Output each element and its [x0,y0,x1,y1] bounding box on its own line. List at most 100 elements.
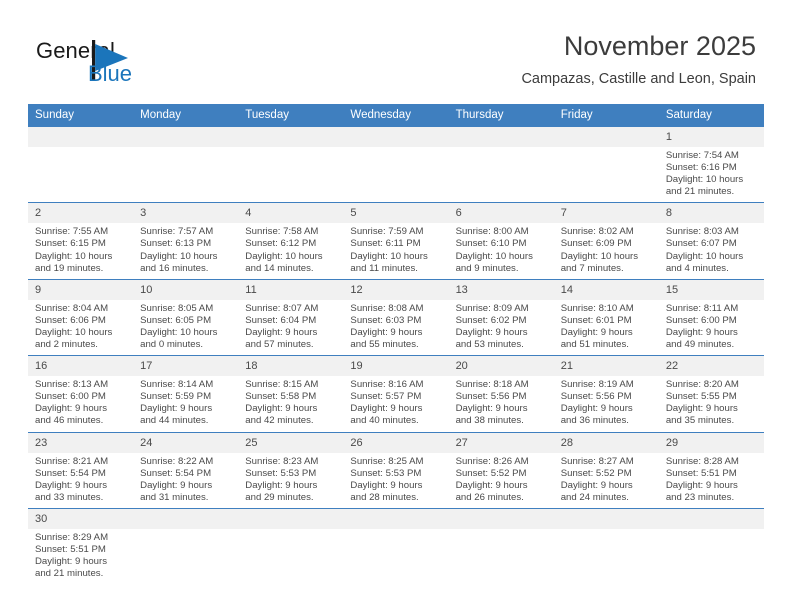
sunset-text: Sunset: 6:00 PM [665,314,737,326]
day-number: 16 [28,356,134,377]
sunrise-text: Sunrise: 8:11 AM [665,302,739,314]
day-cell[interactable]: 11 Sunrise: 8:07 AM Sunset: 6:04 PM Dayligh… [238,279,344,357]
day-cell[interactable]: 21 Sunrise: 8:19 AM Sunset: 5:56 PM Dayligh… [553,355,659,433]
day-cell[interactable]: 30 Sunrise: 8:29 AM Sunset: 5:51 PM Dayligh… [28,508,134,585]
day-cell [658,508,764,585]
general-blue-logo[interactable]: General Blue [36,38,216,92]
sunrise-text: Sunrise: 8:22 AM [140,455,214,467]
day-number: 26 [343,432,449,453]
day-details: Sunrise: 8:23 AM Sunset: 5:53 PM Daylight:… [238,453,343,508]
day-cell[interactable]: 8 Sunrise: 8:03 AM Sunset: 6:07 PM Daylight… [658,202,764,280]
daylight-text-line2: and 36 minutes. [560,415,629,427]
day-cell[interactable]: 18 Sunrise: 8:15 AM Sunset: 5:58 PM Dayligh… [238,355,344,433]
day-number: 29 [658,432,764,453]
day-details: Sunrise: 8:20 AM Sunset: 5:55 PM Daylight:… [659,376,764,431]
day-cell[interactable]: 14 Sunrise: 8:10 AM Sunset: 6:01 PM Dayligh… [553,279,659,357]
sunset-text: Sunset: 6:00 PM [35,391,106,403]
daylight-text-line2: and 14 minutes. [245,262,314,274]
day-number: 22 [658,356,764,377]
sunset-text: Sunset: 6:07 PM [665,238,737,250]
day-details: Sunrise: 7:58 AM Sunset: 6:12 PM Daylight:… [238,223,343,278]
daylight-text-line1: Daylight: 9 hours [245,479,318,491]
day-cell[interactable]: 9 Sunrise: 8:04 AM Sunset: 6:06 PM Daylight… [28,279,134,357]
day-details: Sunrise: 8:03 AM Sunset: 6:07 PM Daylight:… [659,223,764,278]
day-cell[interactable]: 10 Sunrise: 8:05 AM Sunset: 6:05 PM Dayligh… [133,279,239,357]
daylight-text-line1: Daylight: 9 hours [140,479,213,491]
day-cell[interactable]: 28 Sunrise: 8:27 AM Sunset: 5:52 PM Dayligh… [553,432,659,509]
daylight-text-line1: Daylight: 9 hours [560,403,633,415]
day-cell[interactable]: 26 Sunrise: 8:25 AM Sunset: 5:53 PM Dayligh… [343,432,449,509]
weekday-header-monday: Monday [133,104,239,127]
daylight-text-line2: and 28 minutes. [350,491,419,503]
day-cell[interactable]: 27 Sunrise: 8:26 AM Sunset: 5:52 PM Dayligh… [448,432,554,509]
day-cell[interactable]: 15 Sunrise: 8:11 AM Sunset: 6:00 PM Dayligh… [658,279,764,357]
sunset-text: Sunset: 6:03 PM [350,314,422,326]
sunset-text: Sunset: 5:55 PM [665,391,737,403]
daylight-text-line2: and 26 minutes. [455,491,524,503]
day-cell[interactable]: 12 Sunrise: 8:08 AM Sunset: 6:03 PM Dayligh… [343,279,449,357]
weekday-header-sunday: Sunday [28,104,134,127]
day-cell[interactable]: 7 Sunrise: 8:02 AM Sunset: 6:09 PM Daylight… [553,202,659,280]
day-cell[interactable]: 3 Sunrise: 7:57 AM Sunset: 6:13 PM Daylight… [133,202,239,280]
sunrise-text: Sunrise: 7:58 AM [245,226,319,238]
sunrise-text: Sunrise: 8:28 AM [665,455,739,467]
sunset-text: Sunset: 5:56 PM [455,391,527,403]
day-cell[interactable]: 1 Sunrise: 7:54 AM Sunset: 6:16 PM Daylight… [658,127,764,204]
daylight-text-line1: Daylight: 9 hours [140,403,213,415]
sunset-text: Sunset: 6:01 PM [560,314,632,326]
daylight-text-line2: and 29 minutes. [245,491,314,503]
day-cell[interactable]: 17 Sunrise: 8:14 AM Sunset: 5:59 PM Dayligh… [133,355,239,433]
day-cell[interactable]: 16 Sunrise: 8:13 AM Sunset: 6:00 PM Dayligh… [28,355,134,433]
day-cell[interactable]: 22 Sunrise: 8:20 AM Sunset: 5:55 PM Dayligh… [658,355,764,433]
title-block: November 2025 Campazas, Castille and Leo… [521,30,756,88]
day-number: 7 [553,203,659,224]
day-number: 12 [343,279,449,300]
daylight-text-line2: and 21 minutes. [665,186,735,198]
day-cell[interactable]: 5 Sunrise: 7:59 AM Sunset: 6:11 PM Daylight… [343,202,449,280]
daylight-text-line2: and 24 minutes. [560,491,629,503]
sunrise-text: Sunrise: 8:02 AM [560,226,634,238]
day-number [448,127,554,147]
day-details: Sunrise: 8:11 AM Sunset: 6:00 PM Daylight:… [659,300,764,355]
week-row: 30 Sunrise: 8:29 AM Sunset: 5:51 PM Dayligh… [28,508,764,585]
sunrise-text: Sunrise: 8:05 AM [140,302,214,314]
day-number: 1 [658,127,764,147]
day-cell [448,127,554,204]
sunrise-text: Sunrise: 8:09 AM [455,302,529,314]
day-cell[interactable]: 13 Sunrise: 8:09 AM Sunset: 6:02 PM Dayligh… [448,279,554,357]
sunset-text: Sunset: 5:52 PM [455,467,527,479]
day-number: 13 [448,279,554,300]
sunrise-text: Sunrise: 8:18 AM [455,379,529,391]
sunrise-text: Sunrise: 8:14 AM [140,379,214,391]
day-cell[interactable]: 6 Sunrise: 8:00 AM Sunset: 6:10 PM Daylight… [448,202,554,280]
sunrise-text: Sunrise: 8:13 AM [35,379,109,391]
daylight-text-line1: Daylight: 10 hours [560,250,639,262]
weekday-header-friday: Friday [553,104,659,127]
day-cell[interactable]: 29 Sunrise: 8:28 AM Sunset: 5:51 PM Dayligh… [658,432,764,509]
day-details: Sunrise: 7:55 AM Sunset: 6:15 PM Daylight:… [28,223,133,278]
day-cell[interactable]: 23 Sunrise: 8:21 AM Sunset: 5:54 PM Dayligh… [28,432,134,509]
sunset-text: Sunset: 5:51 PM [35,543,106,555]
daylight-text-line2: and 9 minutes. [455,262,519,274]
day-cell[interactable]: 20 Sunrise: 8:18 AM Sunset: 5:56 PM Dayligh… [448,355,554,433]
day-cell[interactable]: 19 Sunrise: 8:16 AM Sunset: 5:57 PM Dayligh… [343,355,449,433]
daylight-text-line1: Daylight: 10 hours [245,250,323,262]
day-details: Sunrise: 8:26 AM Sunset: 5:52 PM Daylight:… [449,453,554,508]
day-cell[interactable]: 25 Sunrise: 8:23 AM Sunset: 5:53 PM Dayligh… [238,432,344,509]
day-number: 15 [658,279,764,300]
sunrise-text: Sunrise: 8:07 AM [245,302,319,314]
sunrise-text: Sunrise: 7:59 AM [350,226,424,238]
day-cell[interactable]: 2 Sunrise: 7:55 AM Sunset: 6:15 PM Daylight… [28,202,134,280]
day-number [553,508,659,529]
day-number: 2 [28,203,134,224]
day-cell[interactable]: 24 Sunrise: 8:22 AM Sunset: 5:54 PM Dayligh… [133,432,239,509]
weekday-header-wednesday: Wednesday [343,104,449,127]
daylight-text-line1: Daylight: 9 hours [455,403,528,415]
day-number [553,127,659,147]
day-cell[interactable]: 4 Sunrise: 7:58 AM Sunset: 6:12 PM Daylight… [238,202,344,280]
day-number [658,508,764,529]
sunrise-text: Sunrise: 7:54 AM [665,150,739,161]
sunrise-text: Sunrise: 8:10 AM [560,302,634,314]
daylight-text-line1: Daylight: 9 hours [665,326,738,338]
sunrise-text: Sunrise: 8:04 AM [35,302,109,314]
